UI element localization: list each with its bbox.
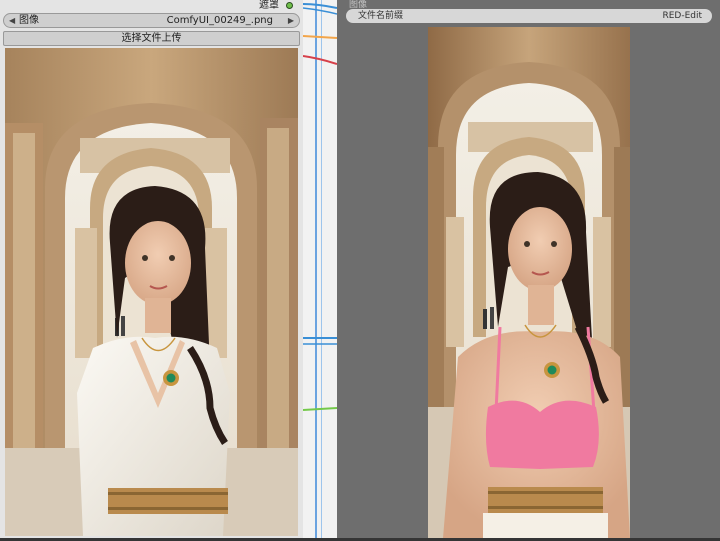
photo-woman-white-dress-arches-icon bbox=[5, 48, 298, 536]
node-wires bbox=[302, 0, 338, 538]
combo-prev-arrow-icon[interactable]: ◀ bbox=[9, 14, 15, 27]
filename-prefix-value: RED-Edit bbox=[662, 11, 702, 21]
right-preview-image bbox=[428, 27, 630, 538]
load-image-node[interactable]: 遮罩 ◀ 图像 ComfyUI_00249_.png ▶ 选择文件上传 bbox=[0, 0, 303, 538]
save-image-node[interactable]: 图像 文件名前缀 RED-Edit bbox=[337, 0, 720, 538]
left-preview-image bbox=[5, 48, 298, 536]
photo-woman-pink-top-arches-icon bbox=[428, 27, 630, 538]
image-combo-label: 图像 bbox=[19, 15, 39, 26]
combo-next-arrow-icon[interactable]: ▶ bbox=[288, 14, 294, 27]
image-combo[interactable]: ◀ 图像 ComfyUI_00249_.png ▶ bbox=[3, 13, 300, 28]
filename-prefix-label: 文件名前缀 bbox=[358, 11, 404, 21]
connection-wires-icon bbox=[302, 0, 338, 538]
mask-output-label: 遮罩 bbox=[259, 0, 279, 11]
image-combo-value: ComfyUI_00249_.png bbox=[166, 15, 273, 26]
mask-output-dot[interactable] bbox=[286, 2, 293, 9]
upload-file-button[interactable]: 选择文件上传 bbox=[3, 31, 300, 46]
filename-prefix-field[interactable]: 文件名前缀 RED-Edit bbox=[346, 9, 712, 23]
